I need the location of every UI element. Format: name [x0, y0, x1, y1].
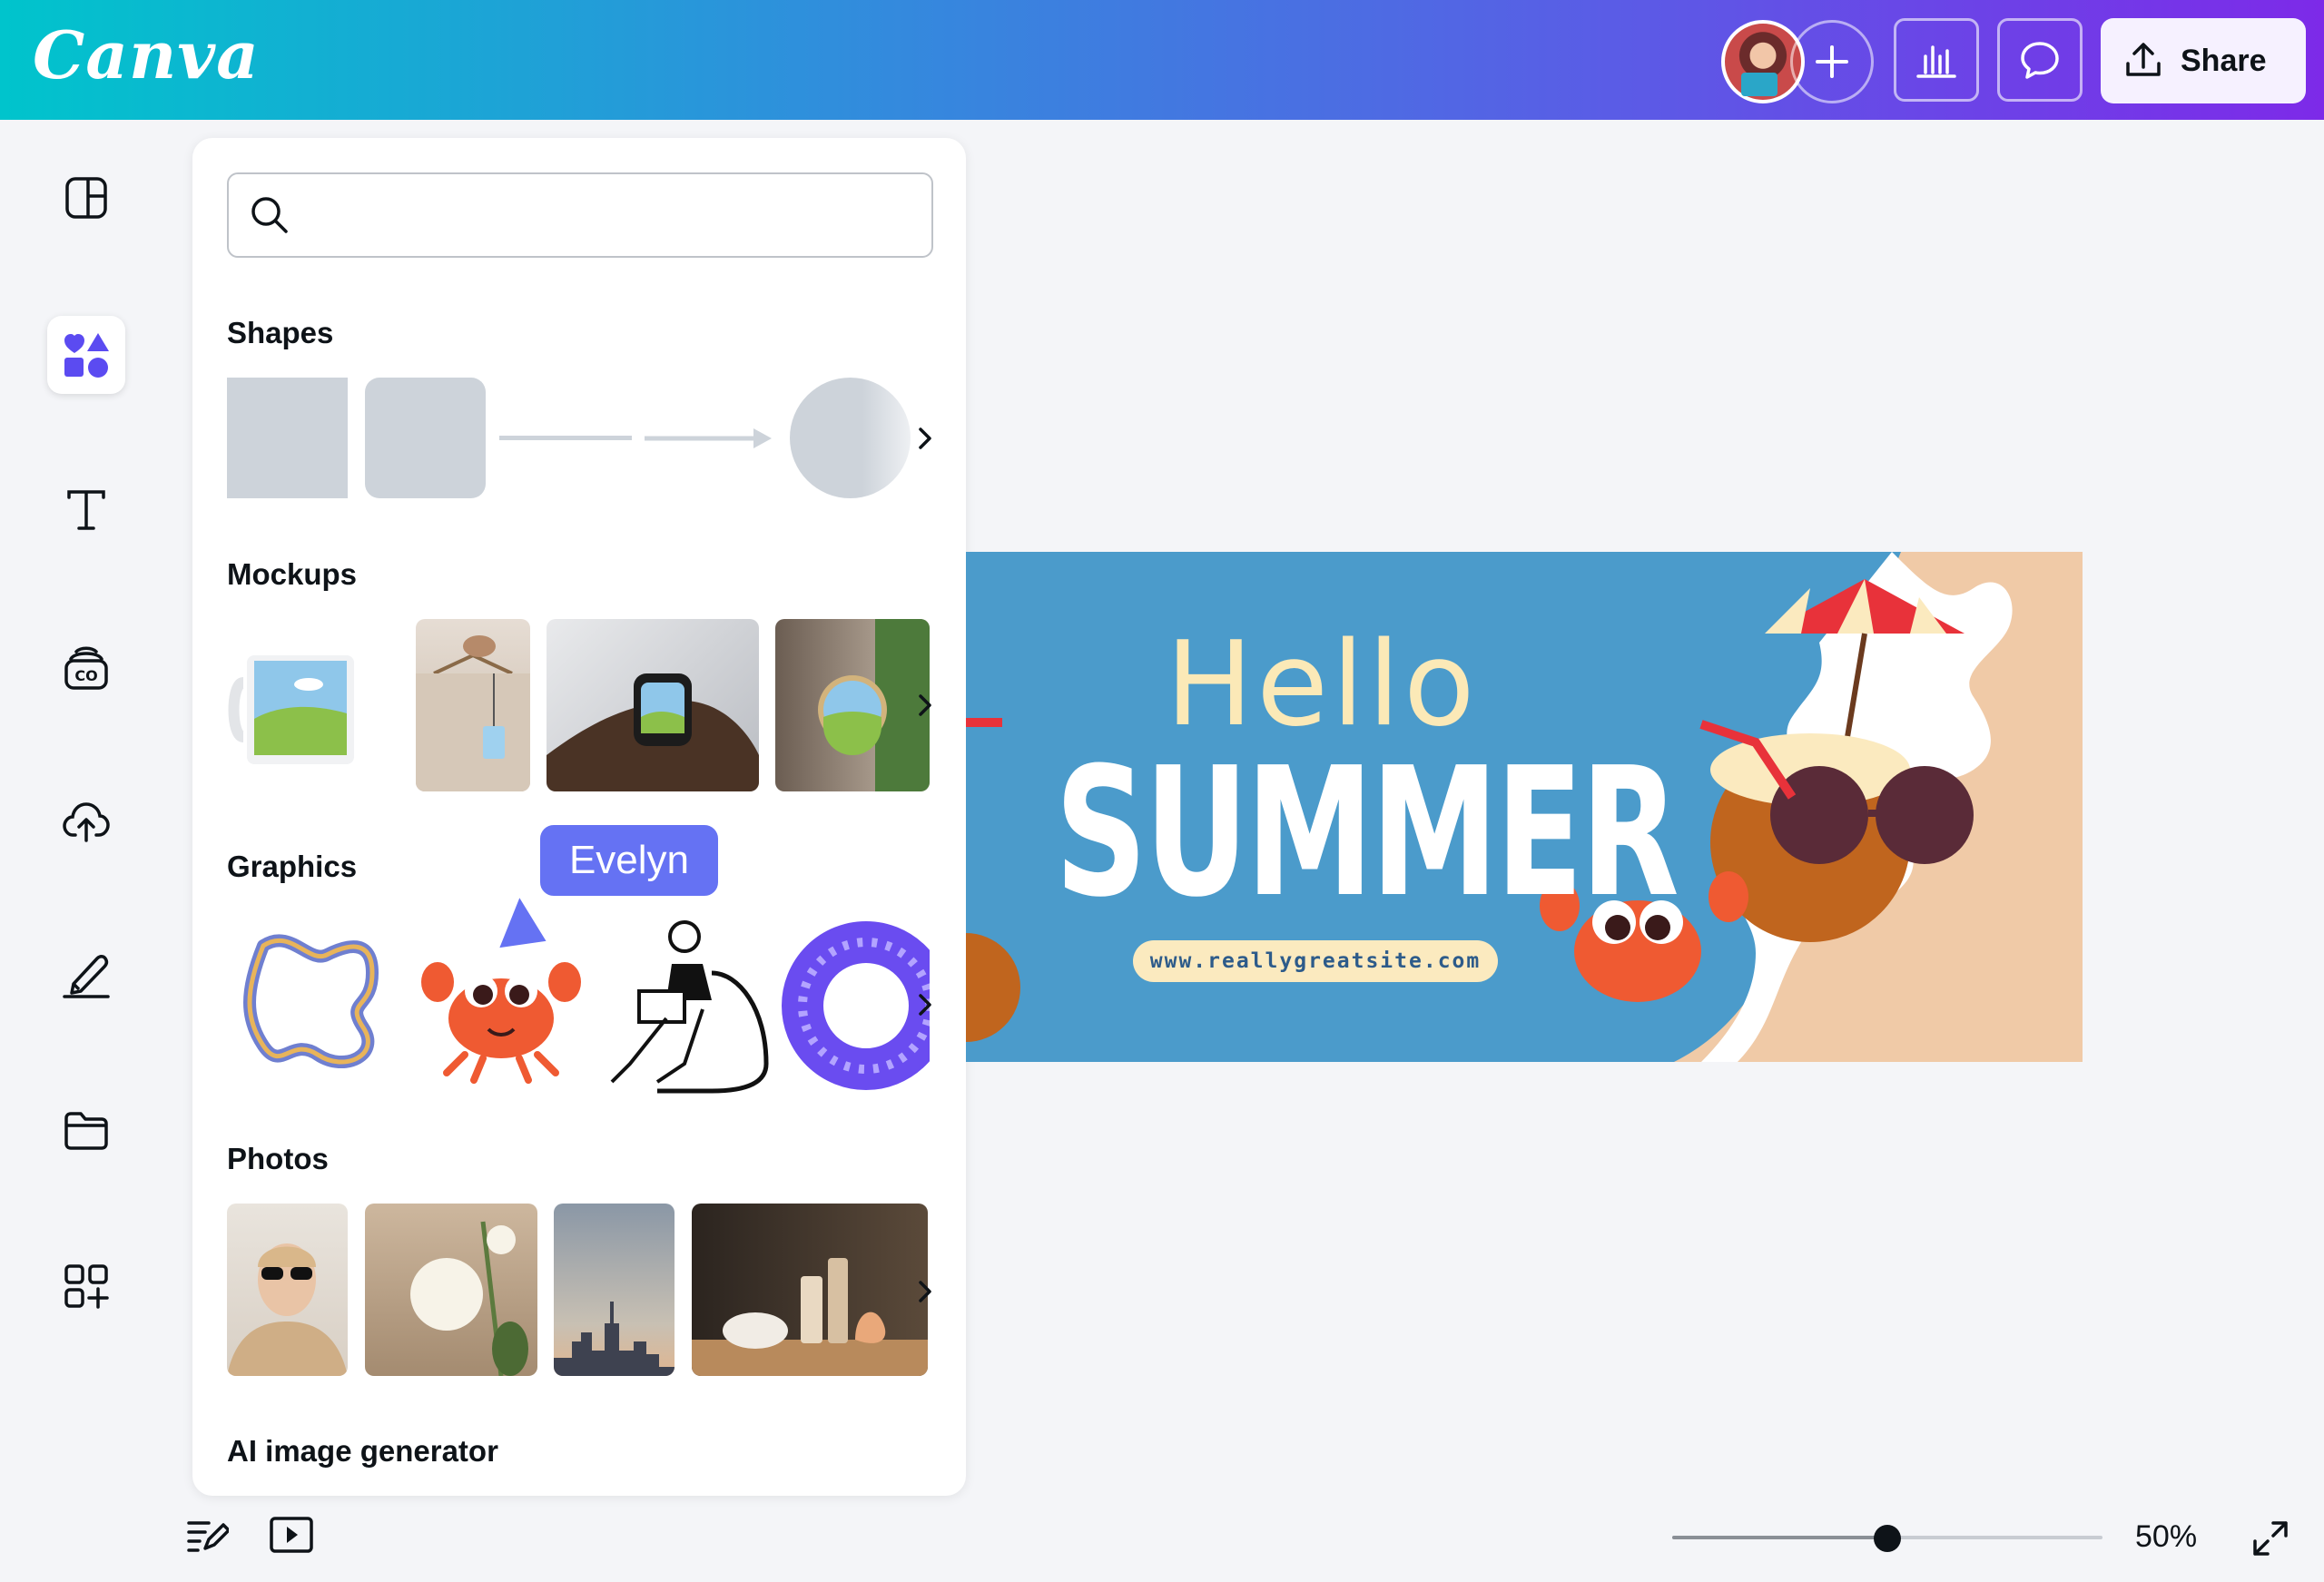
chevron-right-icon — [919, 427, 931, 449]
add-collaborator-button[interactable] — [1790, 20, 1874, 103]
insights-button[interactable] — [1894, 18, 1979, 102]
mirror-mockup[interactable] — [775, 619, 930, 791]
zoom-slider-handle[interactable] — [1874, 1525, 1901, 1552]
share-button[interactable]: Share — [2101, 18, 2306, 103]
purple-ring-image — [782, 921, 930, 1090]
zoom-slider-fill — [1672, 1536, 1887, 1539]
comments-button[interactable] — [1997, 18, 2083, 102]
chrome-star-graphic[interactable] — [227, 909, 399, 1091]
upload-icon — [2126, 43, 2161, 76]
chevron-right-icon — [919, 1281, 931, 1302]
photo-city[interactable] — [554, 1204, 675, 1376]
expand-icon — [2253, 1521, 2288, 1556]
line-shape[interactable] — [499, 436, 632, 440]
folder-icon — [64, 1112, 108, 1150]
shapes-title: Shapes — [227, 316, 334, 349]
mockups-title: Mockups — [227, 557, 358, 591]
chrome-blob-image — [243, 934, 379, 1069]
search-input[interactable] — [307, 200, 906, 231]
chevron-right-icon — [919, 694, 931, 716]
design-url-pill[interactable]: www.reallygreatsite.com — [1133, 940, 1498, 982]
purple-ring-graphic[interactable] — [775, 915, 930, 1096]
brand-icon: CO — [64, 646, 108, 690]
bar-chart-icon — [1916, 45, 1956, 78]
woman-sunglasses-image — [227, 1243, 348, 1376]
plus-icon — [1816, 45, 1848, 78]
elements-panel: Shapes Mockups Graphics Photos AI image … — [192, 138, 966, 1496]
elements-icon — [64, 333, 109, 378]
watch-image — [547, 673, 759, 791]
text-icon — [67, 490, 105, 530]
photo-cosmetics[interactable] — [692, 1204, 928, 1376]
rail-item-text[interactable] — [47, 471, 125, 549]
rail-item-uploads[interactable] — [47, 782, 125, 860]
canva-logo[interactable]: Canva — [33, 16, 260, 93]
shapes-more-button[interactable] — [910, 416, 940, 461]
side-rail: CO — [0, 120, 172, 1582]
cursor-pointer-icon — [496, 893, 550, 951]
top-bar: Canva Share — [0, 0, 2324, 120]
uploads-icon — [63, 802, 110, 842]
cosmetics-image — [692, 1258, 928, 1376]
ai-generator-title: AI image generator — [227, 1434, 498, 1468]
mockups-more-button[interactable] — [910, 683, 940, 728]
rail-item-elements[interactable] — [47, 316, 125, 394]
collaborator-name-tag: Evelyn — [537, 822, 721, 899]
circle-shape[interactable] — [790, 378, 911, 498]
square-shape[interactable] — [227, 378, 348, 498]
arrow-shape[interactable] — [643, 425, 773, 457]
rail-item-brand[interactable]: CO — [47, 629, 125, 707]
search-box[interactable] — [227, 172, 933, 258]
apps-icon — [64, 1264, 109, 1309]
design-summer-text[interactable]: SUMMER — [1055, 730, 1679, 937]
graphics-title: Graphics — [227, 850, 358, 883]
photo-flower[interactable] — [365, 1204, 537, 1376]
rounded-square-shape[interactable] — [365, 378, 486, 498]
draw-icon — [63, 955, 110, 998]
hanger-image — [416, 635, 530, 791]
search-icon — [251, 197, 288, 233]
chevron-right-icon — [919, 994, 931, 1016]
arrow-line-icon — [645, 428, 772, 448]
svg-text:CO: CO — [74, 667, 97, 684]
white-flower-image — [410, 1221, 528, 1376]
photos-title: Photos — [227, 1142, 329, 1175]
city-skyline-image — [554, 1302, 675, 1376]
rail-item-apps[interactable] — [47, 1247, 125, 1325]
comment-icon — [2021, 42, 2059, 79]
notes-button[interactable] — [185, 1516, 231, 1560]
rail-item-design[interactable] — [47, 159, 125, 237]
photos-more-button[interactable] — [910, 1269, 940, 1314]
graphics-more-button[interactable] — [910, 982, 940, 1027]
mug-mockup[interactable] — [227, 619, 359, 791]
share-label: Share — [2181, 43, 2267, 78]
photo-woman[interactable] — [227, 1204, 348, 1376]
rail-item-draw[interactable] — [47, 937, 125, 1015]
design-canvas[interactable]: Hello SUMMER www.reallygreatsite.com — [966, 552, 2083, 1062]
collaborator-cursor — [490, 891, 554, 959]
notes-icon — [187, 1521, 231, 1552]
watch-mockup[interactable] — [547, 619, 759, 791]
design-layout-icon — [65, 177, 107, 219]
present-button[interactable] — [269, 1516, 314, 1558]
mirror-image — [818, 619, 930, 791]
mug-image — [228, 655, 354, 764]
person-graphic[interactable] — [603, 909, 781, 1100]
avatar-book — [1741, 73, 1777, 96]
zoom-percentage[interactable]: 50% — [2135, 1519, 2197, 1555]
fullscreen-button[interactable] — [2250, 1518, 2291, 1564]
play-icon — [270, 1517, 313, 1553]
person-laptop-image — [610, 920, 769, 1094]
tag-mockup[interactable] — [416, 619, 530, 791]
rail-item-projects[interactable] — [47, 1091, 125, 1169]
